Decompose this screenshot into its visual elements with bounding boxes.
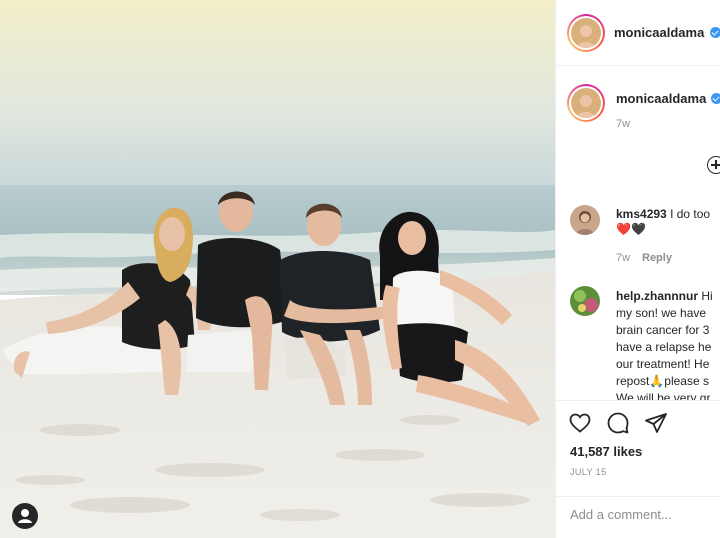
likes-count[interactable]: 41,587 likes <box>570 444 642 459</box>
comment-text: We will be very gr <box>616 391 711 400</box>
post-date: JULY 15 <box>570 467 607 477</box>
caption-story-ring[interactable] <box>567 84 605 122</box>
add-comment-bar <box>556 496 720 538</box>
header-username[interactable]: monicaaldama <box>614 25 704 40</box>
comment-avatar[interactable] <box>570 286 600 316</box>
comment-time: 7w <box>616 252 631 264</box>
reply-button[interactable]: Reply <box>642 252 672 264</box>
comment-line: help.zhannnur Hi <box>616 289 713 303</box>
comment-text: I do too <box>670 207 711 221</box>
comment-text: Hi <box>701 289 713 303</box>
caption-time: 7w <box>616 118 631 130</box>
comment-bubble-icon[interactable] <box>606 411 630 435</box>
comment-text: have a relapse he <box>616 340 712 354</box>
comment-username[interactable]: kms4293 <box>616 207 667 221</box>
post-header: monicaaldama <box>556 0 720 66</box>
tagged-users-button[interactable] <box>12 503 38 529</box>
add-comment-input[interactable] <box>570 507 720 522</box>
caption-username[interactable]: monicaaldama <box>616 91 706 106</box>
caption-avatar <box>571 88 601 118</box>
comment-line: kms4293 I do too <box>616 207 710 221</box>
comment-username[interactable]: help.zhannnur <box>616 289 698 303</box>
comment-text: our treatment! He <box>616 357 710 371</box>
paper-plane-icon[interactable] <box>644 411 668 435</box>
story-ring[interactable] <box>567 14 605 52</box>
post-photo[interactable] <box>0 0 555 538</box>
comment-text: my son! we have <box>616 306 707 320</box>
caption-verified-badge-icon <box>711 93 720 104</box>
comment-avatar[interactable] <box>570 205 600 235</box>
comment-text: repost🙏please s <box>616 374 709 388</box>
heart-outline-icon[interactable] <box>568 411 592 435</box>
load-more-comments-icon[interactable] <box>707 156 720 174</box>
comment-text: brain cancer for 3 <box>616 323 710 337</box>
beach-family-photo <box>0 0 555 538</box>
post-actions: 41,587 likes JULY 15 <box>556 400 720 496</box>
person-icon <box>18 509 32 523</box>
comment-emoji: ❤️🖤 <box>616 222 646 236</box>
verified-badge-icon <box>710 27 720 38</box>
post-side-panel: monicaaldama monicaaldama 7w kms4293 I d… <box>555 0 720 538</box>
avatar <box>571 18 601 48</box>
